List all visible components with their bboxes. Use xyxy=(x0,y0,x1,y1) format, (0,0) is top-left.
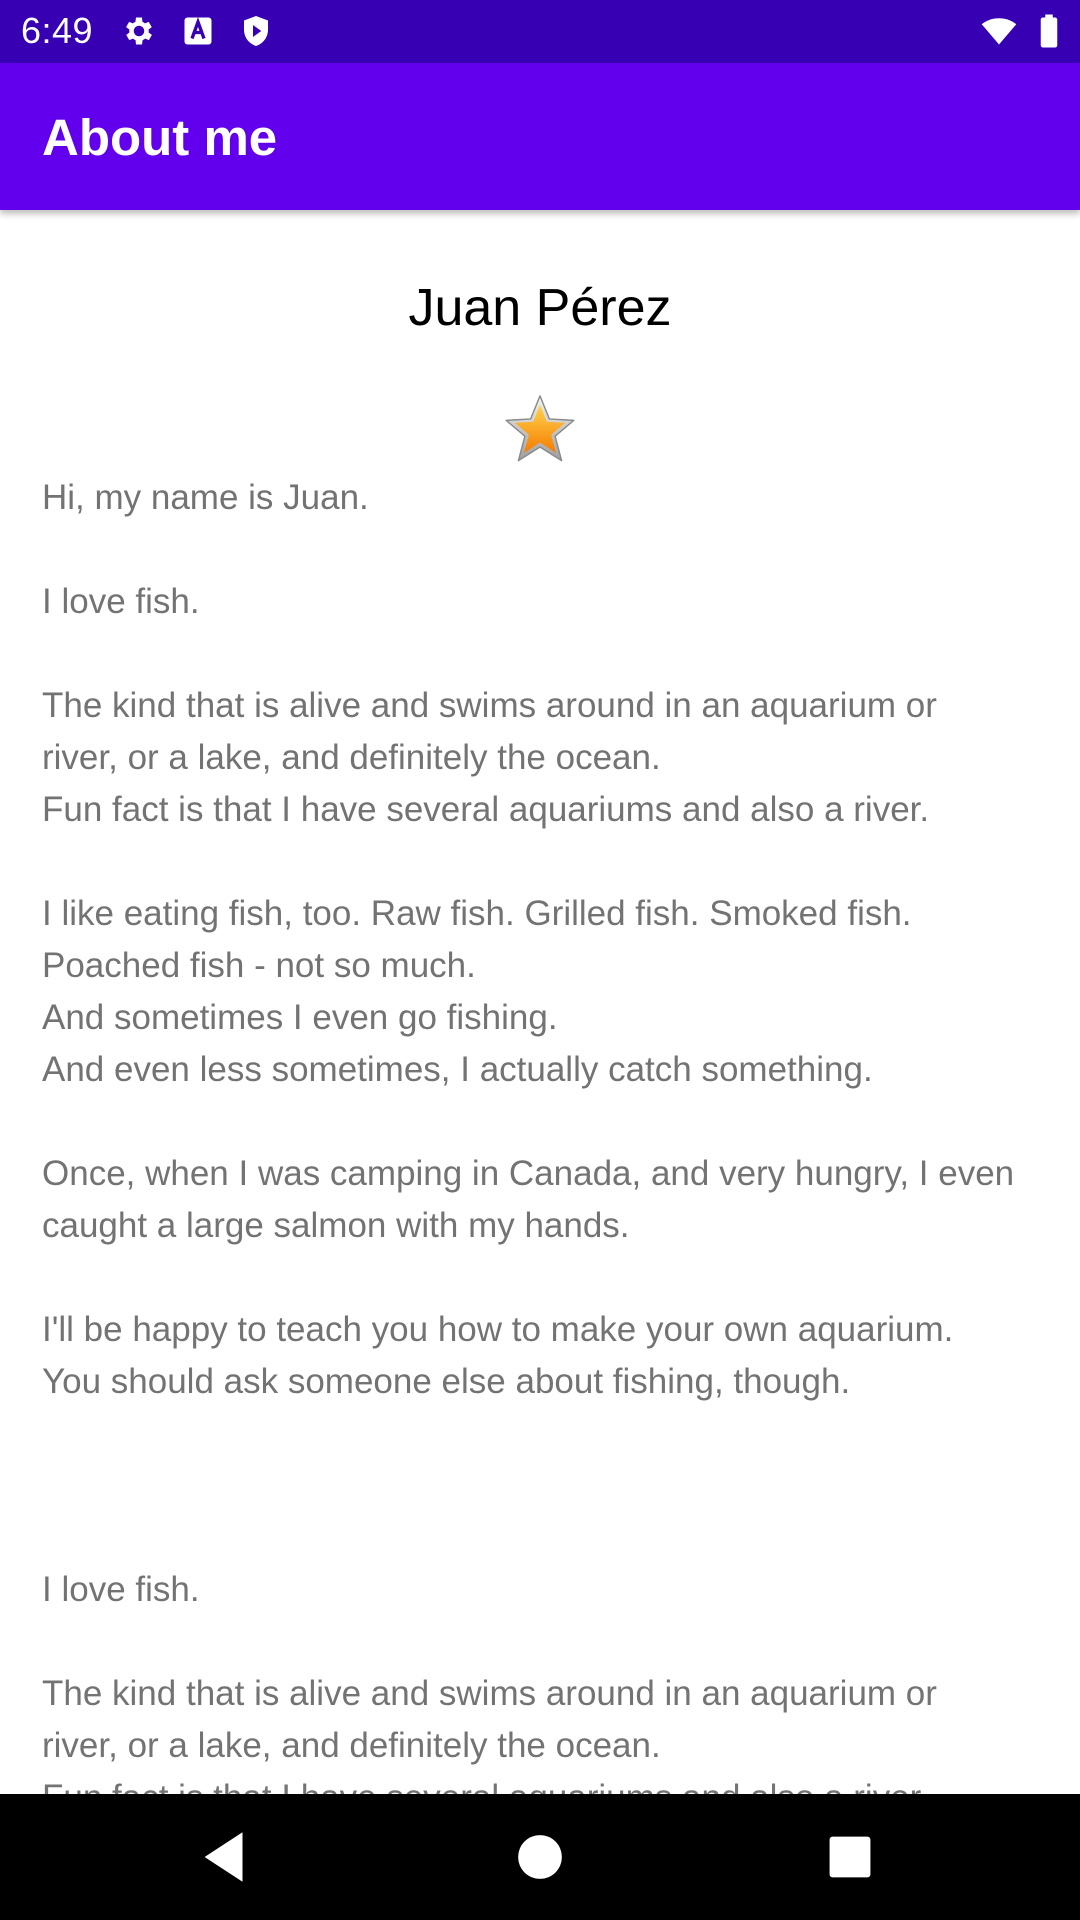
shield-play-icon xyxy=(244,16,268,46)
star-icon xyxy=(505,395,575,462)
battery-icon xyxy=(1040,14,1058,48)
status-time: 6:49 xyxy=(21,10,94,51)
status-bar: 6:49 xyxy=(0,0,1080,63)
home-icon[interactable] xyxy=(505,1822,575,1892)
bio-text: Hi, my name is Juan. I love fish. The ki… xyxy=(42,478,1015,1794)
text-a-icon xyxy=(184,17,212,45)
recents-icon[interactable] xyxy=(815,1822,885,1892)
back-icon[interactable] xyxy=(190,1822,260,1892)
profile-name: Juan Pérez xyxy=(408,279,672,337)
gear-icon xyxy=(126,17,152,45)
content-scroll-view[interactable]: Juan Pérez Hi, my name is Juan. I love f… xyxy=(0,210,1080,1794)
app-title: About me xyxy=(42,109,278,166)
app-bar: About me xyxy=(0,63,1080,210)
wifi-icon xyxy=(981,18,1017,45)
navigation-bar xyxy=(0,1794,1080,1920)
